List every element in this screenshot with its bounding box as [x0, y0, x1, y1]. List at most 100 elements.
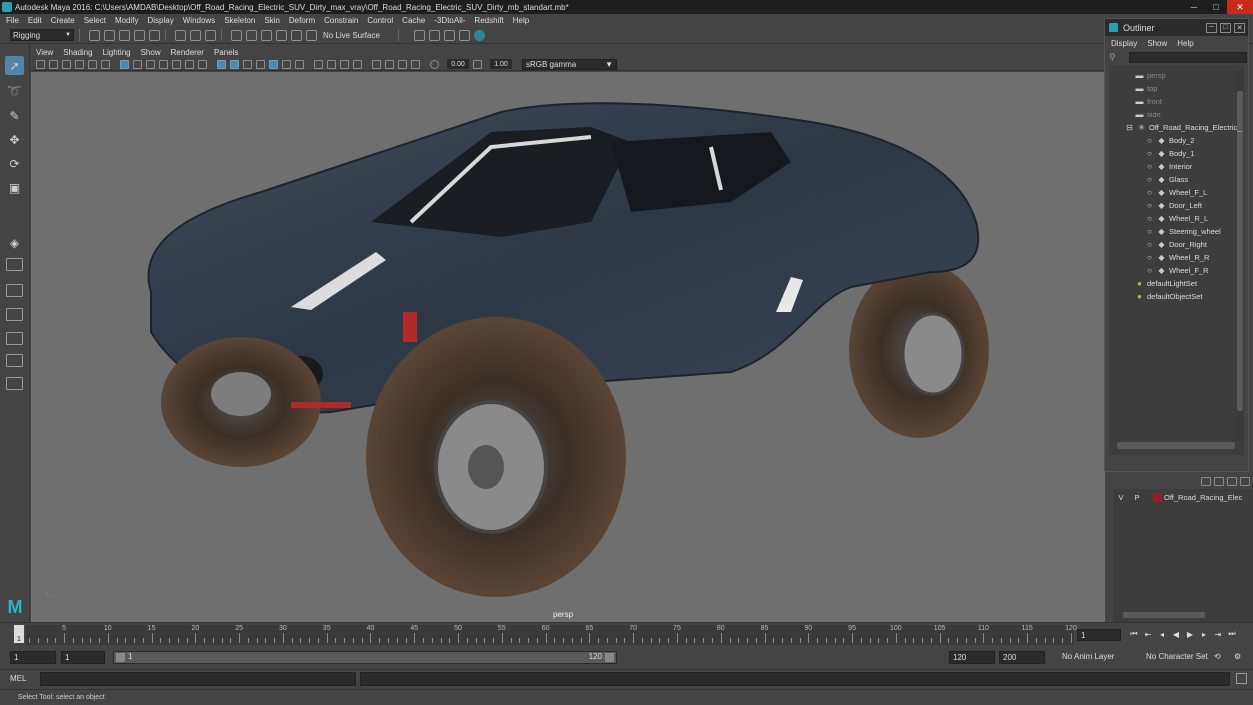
outliner-item[interactable]: ○ ◆ Body_2 — [1145, 134, 1194, 147]
gamma-icon[interactable] — [473, 59, 482, 69]
grid-icon[interactable] — [120, 59, 129, 69]
outliner-horizontal-scrollbar[interactable] — [1117, 442, 1235, 449]
uv-layout-icon[interactable] — [6, 354, 23, 367]
camera-attributes-icon[interactable] — [49, 59, 58, 69]
select-object-icon[interactable] — [190, 29, 201, 41]
animation-start-field[interactable]: 1 — [10, 651, 56, 664]
2d-pan-zoom-icon[interactable] — [101, 59, 110, 69]
paint-select-tool-icon[interactable]: ✎ — [5, 106, 24, 125]
textured-icon[interactable] — [269, 59, 278, 69]
outliner-item[interactable]: ○ ◆ Door_Left — [1145, 199, 1202, 212]
auto-key-icon[interactable]: ⟲ — [1214, 652, 1221, 661]
collapse-icon[interactable]: ⊟ — [1125, 123, 1134, 132]
live-surface-label[interactable]: No Live Surface — [323, 31, 380, 40]
outliner-item[interactable]: ○ ◆ Interior — [1145, 160, 1192, 173]
outliner-menu-show[interactable]: Show — [1147, 39, 1167, 48]
time-ruler[interactable]: 5 10 15 20 25 30 35 40 45 50 55 60 65 70 75 80 85 90 95 100… — [26, 625, 1077, 645]
undo-icon[interactable] — [134, 29, 145, 41]
maximize-button[interactable]: □ — [1205, 0, 1227, 14]
close-button[interactable]: ✕ — [1227, 0, 1253, 14]
menu-help[interactable]: Help — [513, 16, 529, 25]
menu-skeleton[interactable]: Skeleton — [224, 16, 255, 25]
menu-file[interactable]: File — [6, 16, 19, 25]
render-view-icon[interactable] — [413, 29, 425, 41]
safe-title-icon[interactable] — [198, 59, 207, 69]
persp-graph-layout-icon[interactable] — [6, 308, 23, 321]
gate-mask-icon[interactable] — [159, 59, 168, 69]
layer-visibility-toggle[interactable]: V — [1113, 493, 1129, 502]
screen-space-ao-icon[interactable] — [314, 59, 323, 69]
preferences-icon[interactable]: ⚙ — [1234, 652, 1241, 661]
command-input[interactable] — [40, 672, 356, 686]
animation-end-field[interactable]: 200 — [999, 651, 1045, 664]
wireframe-on-shaded-icon[interactable] — [256, 59, 265, 69]
make-live-icon[interactable] — [291, 29, 302, 41]
exposure-field[interactable]: 0.00 — [447, 59, 469, 69]
move-layer-up-icon[interactable] — [1201, 477, 1211, 486]
move-layer-down-icon[interactable] — [1214, 477, 1224, 486]
xray-joints-icon[interactable] — [411, 59, 420, 69]
new-layer-selected-icon[interactable] — [1240, 477, 1250, 486]
outliner-item[interactable]: ● defaultLightSet — [1135, 277, 1197, 290]
script-editor-icon[interactable] — [1236, 673, 1247, 684]
outliner-maximize-button[interactable]: □ — [1220, 22, 1231, 33]
layer-playback-toggle[interactable]: P — [1129, 493, 1145, 502]
current-frame-field[interactable]: 1 — [1077, 629, 1121, 641]
render-frame-icon[interactable] — [428, 29, 440, 41]
select-tool-icon[interactable]: ➚ — [5, 56, 24, 75]
lasso-tool-icon[interactable]: ➰ — [5, 81, 24, 100]
menu-3dtoall[interactable]: -3DtoAll- — [434, 16, 465, 25]
grease-pencil-icon[interactable] — [88, 59, 97, 69]
outliner-item[interactable]: ▬ top — [1135, 82, 1158, 95]
layer-row[interactable]: V P Off_Road_Racing_Elec — [1113, 491, 1253, 504]
panel-menu-view[interactable]: View — [36, 48, 53, 57]
menu-deform[interactable]: Deform — [289, 16, 315, 25]
panel-menu-lighting[interactable]: Lighting — [103, 48, 131, 57]
color-space-dropdown[interactable]: sRGB gamma ▼ — [522, 58, 617, 70]
outliner-close-button[interactable]: ✕ — [1234, 22, 1245, 33]
select-hierarchy-icon[interactable] — [175, 29, 186, 41]
exposure-icon[interactable] — [430, 59, 439, 69]
playback-end-field[interactable]: 120 — [949, 651, 995, 664]
move-tool-icon[interactable]: ✥ — [5, 130, 24, 149]
new-scene-icon[interactable] — [89, 29, 100, 41]
four-view-layout-icon[interactable] — [6, 258, 23, 271]
menu-skin[interactable]: Skin — [264, 16, 280, 25]
outliner-minimize-button[interactable]: ─ — [1206, 22, 1217, 33]
save-scene-icon[interactable] — [119, 29, 130, 41]
single-perspective-layout-icon[interactable]: ◈ — [5, 233, 24, 252]
motion-blur-icon[interactable] — [327, 59, 336, 69]
bookmark-icon[interactable] — [62, 59, 71, 69]
menu-modify[interactable]: Modify — [115, 16, 139, 25]
render-settings-icon[interactable] — [458, 29, 470, 41]
smooth-shade-icon[interactable] — [230, 59, 239, 69]
outliner-item[interactable]: ● defaultObjectSet — [1135, 290, 1202, 303]
resolution-gate-icon[interactable] — [146, 59, 155, 69]
field-chart-icon[interactable] — [172, 59, 181, 69]
outliner-item[interactable]: ○ ◆ Steering_wheel — [1145, 225, 1221, 238]
xray-icon[interactable] — [385, 59, 394, 69]
snap-point-icon[interactable] — [261, 29, 272, 41]
open-scene-icon[interactable] — [104, 29, 115, 41]
panel-menu-show[interactable]: Show — [141, 48, 161, 57]
safe-action-icon[interactable] — [185, 59, 194, 69]
script-language-toggle[interactable]: MEL — [10, 674, 26, 683]
range-start-handle[interactable] — [116, 653, 125, 662]
magnet-icon[interactable] — [306, 29, 317, 41]
rotate-tool-icon[interactable]: ⟳ — [5, 154, 24, 173]
outliner-item[interactable]: ○ ◆ Door_Right — [1145, 238, 1207, 251]
perspective-viewport[interactable]: ↑→ persp — [31, 72, 1105, 622]
layer-color-swatch[interactable] — [1153, 493, 1162, 502]
anti-aliasing-icon[interactable] — [340, 59, 349, 69]
snap-view-plane-icon[interactable] — [276, 29, 287, 41]
menu-cache[interactable]: Cache — [402, 16, 425, 25]
outliner-menu-help[interactable]: Help — [1177, 39, 1193, 48]
use-all-lights-icon[interactable] — [282, 59, 291, 69]
select-component-icon[interactable] — [205, 29, 216, 41]
playback-start-field[interactable]: 1 — [61, 651, 105, 664]
ipr-render-icon[interactable] — [443, 29, 455, 41]
range-slider-track[interactable]: 1 120 — [113, 651, 617, 664]
menu-set-dropdown[interactable]: Rigging ▼ — [10, 29, 74, 41]
outliner-item[interactable]: ○ ◆ Wheel_R_L — [1145, 212, 1208, 225]
persp-outliner-layout-icon[interactable] — [6, 284, 23, 297]
